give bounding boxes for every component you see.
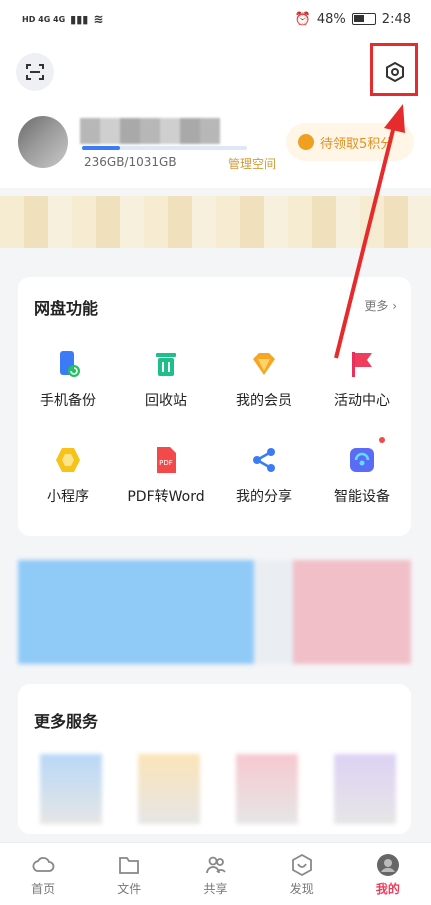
function-mini-program[interactable]: 小程序	[18, 445, 118, 506]
tab-label: 共享	[203, 882, 228, 896]
header	[0, 38, 431, 108]
function-label: 我的分享	[236, 489, 292, 505]
function-my-share[interactable]: 我的分享	[214, 445, 314, 506]
functions-title: 网盘功能	[34, 299, 99, 318]
functions-card: 网盘功能 更多 › 手机备份 回收站 我的会员 活动中心 小程序 PDF PDF…	[18, 277, 411, 536]
storage-text: 236GB/1031GB	[84, 155, 177, 169]
function-recycle-bin[interactable]: 回收站	[116, 349, 216, 410]
bottom-tab-bar: 首页 文件 共享 发现 我的	[0, 842, 431, 905]
promo-banner-blurred[interactable]	[18, 560, 411, 664]
battery-icon	[351, 13, 376, 25]
discover-icon	[291, 853, 312, 877]
status-right: ⏰ 48% 2:48	[295, 12, 411, 27]
tab-share[interactable]: 共享	[172, 843, 258, 905]
points-button[interactable]: 待领取5积分	[286, 123, 414, 161]
tab-label: 我的	[375, 882, 400, 896]
pdf-icon: PDF	[151, 445, 181, 475]
avatar[interactable]	[18, 116, 68, 168]
username-blurred	[80, 118, 220, 144]
more-label: 更多	[364, 299, 389, 313]
notification-dot	[379, 437, 385, 443]
phone-backup-icon	[53, 349, 83, 379]
service-item-blurred[interactable]	[236, 754, 298, 824]
service-item-blurred[interactable]	[138, 754, 200, 824]
tab-files[interactable]: 文件	[86, 843, 172, 905]
people-icon	[205, 856, 226, 874]
svg-text:PDF: PDF	[159, 459, 173, 467]
function-smart-device[interactable]: 智能设备	[312, 437, 412, 506]
share-icon	[249, 445, 279, 475]
status-network: HD 4G 4G ▮▮▮ ≋	[22, 12, 103, 26]
function-label: 手机备份	[40, 393, 96, 409]
network-label: HD 4G 4G	[22, 14, 66, 24]
smart-device-icon	[347, 437, 385, 475]
function-label: 小程序	[47, 489, 89, 505]
service-item-blurred[interactable]	[334, 754, 396, 824]
scan-button[interactable]	[16, 53, 54, 91]
function-vip[interactable]: 我的会员	[214, 349, 314, 410]
mini-program-icon	[53, 445, 83, 475]
tab-discover[interactable]: 发现	[259, 843, 345, 905]
more-link[interactable]: 更多 ›	[364, 297, 397, 314]
function-label: 我的会员	[236, 393, 292, 409]
settings-button[interactable]	[376, 53, 414, 91]
manage-space-link[interactable]: 管理空间	[228, 155, 276, 172]
tab-label: 发现	[289, 882, 314, 896]
more-services-card: 更多服务	[18, 684, 411, 834]
more-services-title: 更多服务	[34, 712, 99, 731]
function-label: 智能设备	[334, 489, 390, 505]
function-activity-center[interactable]: 活动中心	[312, 349, 412, 410]
tab-label: 文件	[117, 882, 142, 896]
profile-section: 236GB/1031GB 管理空间 待领取5积分	[0, 108, 431, 188]
activity-flag-icon	[347, 349, 377, 379]
function-pdf-to-word[interactable]: PDF PDF转Word	[116, 445, 216, 506]
function-label: 活动中心	[334, 393, 390, 409]
alarm-icon: ⏰	[294, 11, 311, 27]
function-label: 回收站	[145, 393, 187, 409]
battery-percent: 48%	[316, 11, 346, 27]
tab-home[interactable]: 首页	[0, 843, 86, 905]
recycle-bin-icon	[151, 349, 181, 379]
banner-blurred[interactable]	[0, 196, 431, 248]
settings-icon	[386, 61, 404, 83]
function-label: PDF转Word	[127, 489, 205, 505]
tab-label: 首页	[31, 882, 56, 896]
points-label: 待领取5积分	[320, 136, 394, 152]
signal-icon: ▮▮▮	[70, 12, 89, 26]
profile-icon	[376, 854, 399, 876]
chevron-right-icon: ›	[392, 299, 397, 313]
tab-mine[interactable]: 我的	[345, 843, 431, 905]
clock: 2:48	[381, 11, 411, 27]
scan-icon	[26, 64, 44, 80]
service-item-blurred[interactable]	[40, 754, 102, 824]
status-bar: HD 4G 4G ▮▮▮ ≋ ⏰ 48% 2:48	[0, 0, 431, 38]
function-phone-backup[interactable]: 手机备份	[18, 349, 118, 410]
home-icon	[32, 857, 55, 872]
storage-progress	[82, 146, 247, 150]
folder-icon	[119, 857, 140, 874]
wifi-icon: ≋	[93, 12, 104, 26]
vip-icon	[249, 349, 279, 379]
storage-progress-fill	[82, 146, 120, 150]
coin-icon	[298, 134, 314, 150]
